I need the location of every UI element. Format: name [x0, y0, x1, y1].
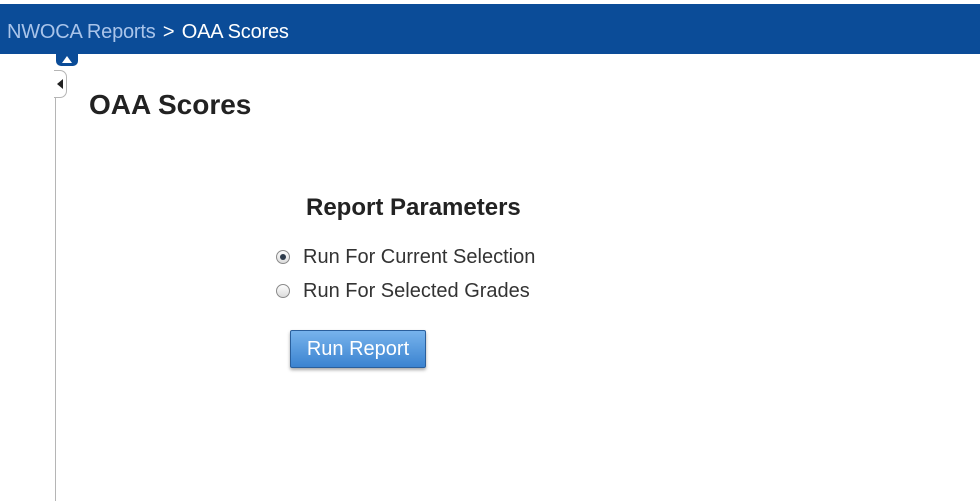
breadcrumb-current-page: OAA Scores [181, 21, 289, 43]
triangle-left-icon [57, 79, 63, 89]
header-bar: NWOCA Reports > OAA Scores [0, 4, 980, 54]
radio-label: Run For Selected Grades [303, 280, 530, 302]
run-for-current-selection-option[interactable]: Run For Current Selection [276, 246, 535, 268]
page-title: OAA Scores [89, 89, 252, 120]
sidebar-toggle-button[interactable] [54, 70, 67, 98]
sidebar-collapsed [0, 54, 54, 501]
collapse-header-button[interactable] [56, 54, 78, 66]
radio-label: Run For Current Selection [303, 246, 536, 268]
run-report-button[interactable]: Run Report [290, 330, 426, 368]
breadcrumb-link-nwoca-reports[interactable]: NWOCA Reports [7, 21, 156, 43]
breadcrumb-separator: > [162, 21, 175, 43]
report-parameters-heading: Report Parameters [306, 194, 521, 221]
sidebar-divider [55, 95, 56, 501]
radio-button-selected[interactable] [276, 250, 290, 264]
run-for-selected-grades-option[interactable]: Run For Selected Grades [276, 280, 530, 302]
triangle-up-icon [62, 56, 72, 63]
radio-button-unselected[interactable] [276, 284, 290, 298]
breadcrumb: NWOCA Reports > OAA Scores [7, 20, 289, 44]
